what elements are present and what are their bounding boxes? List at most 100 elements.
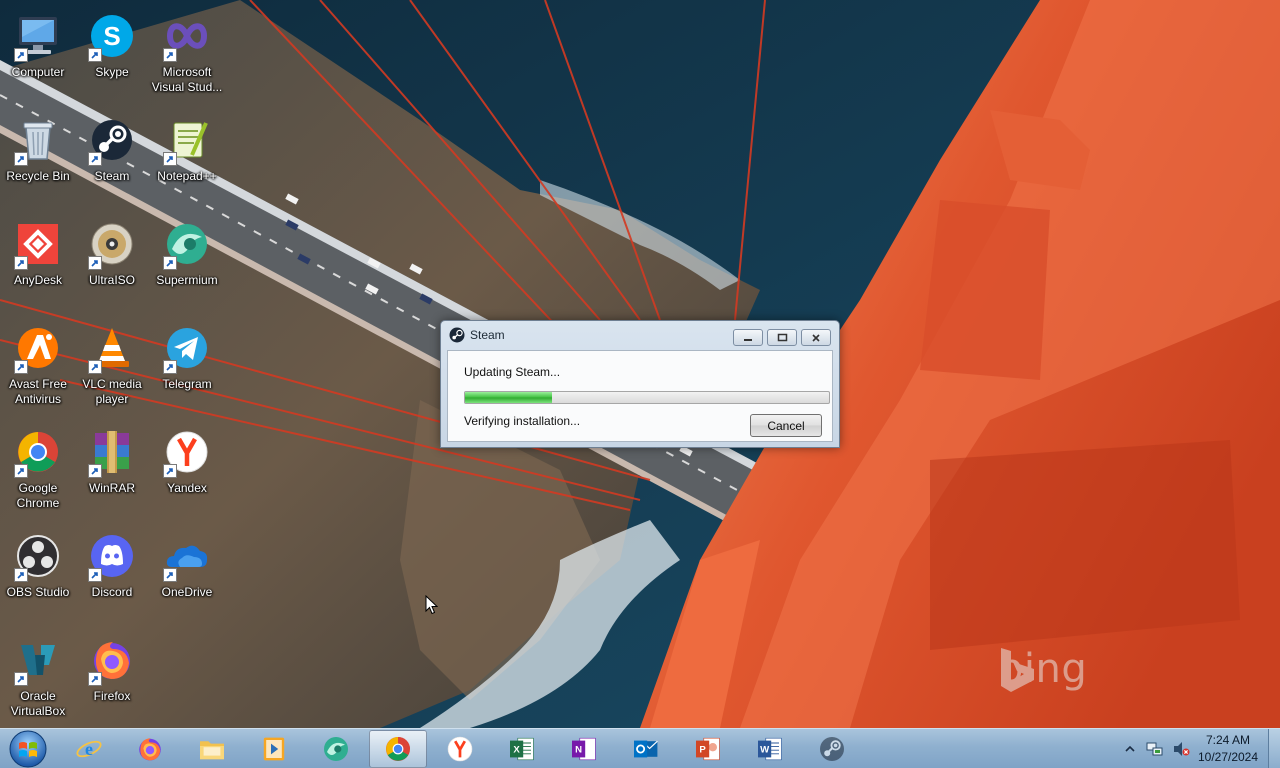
powerpoint-icon: P (696, 737, 720, 761)
outlook-icon (634, 740, 658, 758)
desktop-icon-label: Telegram (162, 377, 212, 391)
taskbar-item-chrome[interactable] (369, 730, 427, 768)
desktop-icon-label: Google Chrome (16, 481, 60, 510)
desktop-icon-label: Avast Free Antivirus (9, 377, 67, 406)
system-tray (1122, 729, 1190, 768)
shortcut-arrow-icon (88, 568, 102, 582)
update-progress-bar (464, 391, 830, 404)
desktop-icon-chrome[interactable]: Google Chrome (0, 420, 76, 518)
clock-time: 7:24 AM (1205, 733, 1251, 747)
desktop-icon-obs[interactable]: OBS Studio (0, 524, 76, 622)
show-hidden-icons-chevron[interactable] (1122, 741, 1138, 757)
desktop-icon-vlc[interactable]: VLC media player (74, 316, 150, 414)
excel-icon: X (510, 737, 534, 761)
desktop-icon-notepad-plus-plus[interactable]: Notepad++ (149, 108, 225, 206)
shortcut-arrow-icon (163, 464, 177, 478)
bing-watermark: bing (998, 646, 1087, 692)
shortcut-arrow-icon (14, 48, 28, 62)
minimize-icon (744, 338, 752, 341)
taskbar-item-excel[interactable]: X (493, 730, 551, 768)
desktop-icon-label: Discord (91, 585, 133, 599)
network-icon[interactable] (1146, 740, 1164, 758)
media-player-icon (263, 737, 285, 761)
svg-text:e: e (85, 739, 93, 759)
desktop-icon-label: UltraISO (88, 273, 135, 287)
shortcut-arrow-icon (14, 152, 28, 166)
taskbar-item-onenote[interactable]: N (555, 730, 613, 768)
internet-explorer-icon: e (76, 739, 102, 759)
desktop-icon-firefox[interactable]: Firefox (74, 628, 150, 726)
desktop-icon-discord[interactable]: Discord (74, 524, 150, 622)
taskbar-item-yandex[interactable] (431, 730, 489, 768)
shortcut-arrow-icon (88, 360, 102, 374)
shortcut-arrow-icon (88, 672, 102, 686)
desktop-icon-label: Yandex (167, 481, 207, 495)
shortcut-arrow-icon (163, 568, 177, 582)
desktop-icon-supermium[interactable]: Supermium (149, 212, 225, 310)
dialog-body: Updating Steam... Verifying installation… (447, 350, 833, 442)
system-clock[interactable]: 7:24 AM 10/27/2024 (1188, 732, 1268, 766)
taskbar-item-file-explorer[interactable] (183, 730, 241, 768)
taskbar-item-supermium[interactable] (307, 730, 365, 768)
shortcut-arrow-icon (163, 256, 177, 270)
taskbar-item-internet-explorer[interactable]: e (60, 730, 118, 768)
desktop-icon-label: Skype (95, 65, 129, 79)
bing-logo-icon (1001, 648, 1034, 692)
onenote-icon: N (572, 737, 596, 761)
desktop-icon-virtualbox[interactable]: Oracle VirtualBox (0, 628, 76, 726)
shortcut-arrow-icon (88, 464, 102, 478)
shortcut-arrow-icon (88, 256, 102, 270)
desktop-icon-ultraiso[interactable]: UltraISO (74, 212, 150, 310)
verify-status-text: Verifying installation... (464, 414, 581, 428)
maximize-icon (777, 333, 787, 342)
folder-icon (200, 741, 224, 760)
taskbar-item-outlook[interactable] (617, 730, 675, 768)
desktop-icon-steam[interactable]: Steam (74, 108, 150, 206)
supermium-icon (324, 737, 348, 761)
desktop-icon-label: Firefox (93, 689, 131, 703)
desktop-icon-label: OBS Studio (6, 585, 70, 599)
desktop-icon-label: Recycle Bin (6, 169, 70, 183)
maximize-button[interactable] (767, 329, 797, 346)
desktop-icon-anydesk[interactable]: AnyDesk (0, 212, 76, 310)
taskbar-item-firefox[interactable] (121, 730, 179, 768)
taskbar-item-media-player[interactable] (245, 730, 303, 768)
close-button[interactable] (801, 329, 831, 346)
shortcut-arrow-icon (14, 360, 28, 374)
shortcut-arrow-icon (163, 360, 177, 374)
close-icon (812, 333, 820, 342)
taskbar: e X N P W 7:24 AM 10/27/2024 (0, 728, 1280, 768)
firefox-icon (139, 738, 161, 761)
taskbar-item-powerpoint[interactable]: P (679, 730, 737, 768)
desktop-icon-yandex[interactable]: Yandex (149, 420, 225, 518)
desktop-icon-label: Notepad++ (157, 169, 217, 183)
progress-fill (465, 392, 553, 403)
dialog-title: Steam (470, 328, 505, 342)
desktop-icon-winrar[interactable]: WinRAR (74, 420, 150, 518)
taskbar-item-steam[interactable] (803, 730, 861, 768)
desktop-icon-visual-studio[interactable]: Microsoft Visual Stud... (149, 4, 225, 102)
desktop-icon-label: Microsoft Visual Stud... (151, 65, 223, 94)
start-button[interactable] (4, 729, 52, 768)
desktop-icon-onedrive[interactable]: OneDrive (149, 524, 225, 622)
desktop-icon-telegram[interactable]: Telegram (149, 316, 225, 414)
cancel-button[interactable]: Cancel (750, 414, 822, 437)
svg-text:W: W (760, 745, 770, 756)
desktop-icon-skype[interactable]: S Skype (74, 4, 150, 102)
update-status-text: Updating Steam... (464, 365, 561, 379)
shortcut-arrow-icon (88, 152, 102, 166)
desktop-icon-label: Computer (11, 65, 65, 79)
shortcut-arrow-icon (14, 672, 28, 686)
show-desktop-button[interactable] (1268, 729, 1280, 768)
steam-update-dialog[interactable]: Steam Updating Steam... Verifying instal… (440, 320, 840, 448)
desktop-icon-label: OneDrive (161, 585, 213, 599)
taskbar-item-word[interactable]: W (741, 730, 799, 768)
desktop-icon-label: AnyDesk (13, 273, 63, 287)
word-icon: W (758, 737, 782, 761)
desktop-icon-avast[interactable]: Avast Free Antivirus (0, 316, 76, 414)
desktop-icon-label: WinRAR (88, 481, 135, 495)
desktop-icon-computer[interactable]: Computer (0, 4, 76, 102)
desktop-icon-label: Steam (94, 169, 130, 183)
desktop-icon-recycle-bin[interactable]: Recycle Bin (0, 108, 76, 206)
minimize-button[interactable] (733, 329, 763, 346)
